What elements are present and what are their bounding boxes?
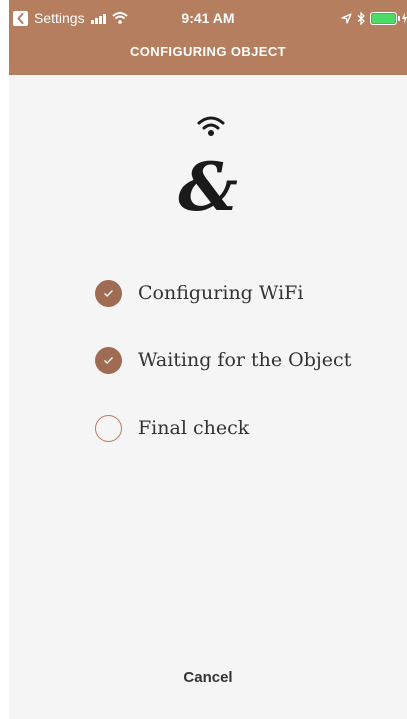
app-screen: Settings 9:41 AM CONFIGURING OBJECT & Co… xyxy=(9,0,407,719)
brand-logo: & xyxy=(178,148,238,226)
charging-icon xyxy=(402,12,407,24)
step-status-pending xyxy=(95,414,122,442)
wifi-icon xyxy=(197,116,225,136)
status-right xyxy=(341,9,407,27)
step-status-done xyxy=(95,346,122,374)
page-title: CONFIGURING OBJECT xyxy=(130,44,286,59)
battery-icon xyxy=(370,11,400,25)
step-final-check: Final check xyxy=(95,414,249,442)
header: Settings 9:41 AM CONFIGURING OBJECT xyxy=(9,0,407,75)
step-label: Waiting for the Object xyxy=(138,349,352,371)
checkmark-icon xyxy=(104,289,113,297)
checkmark-icon xyxy=(104,356,113,364)
status-bar: Settings 9:41 AM xyxy=(9,0,407,34)
step-label: Final check xyxy=(138,417,250,439)
step-label: Configuring WiFi xyxy=(138,282,304,304)
cancel-button[interactable]: Cancel xyxy=(9,669,407,686)
step-configuring-wifi: Configuring WiFi xyxy=(95,279,303,307)
step-status-done xyxy=(95,279,122,307)
step-waiting-for-object: Waiting for the Object xyxy=(95,346,351,374)
location-arrow-icon xyxy=(341,12,352,24)
bluetooth-icon xyxy=(357,11,365,25)
